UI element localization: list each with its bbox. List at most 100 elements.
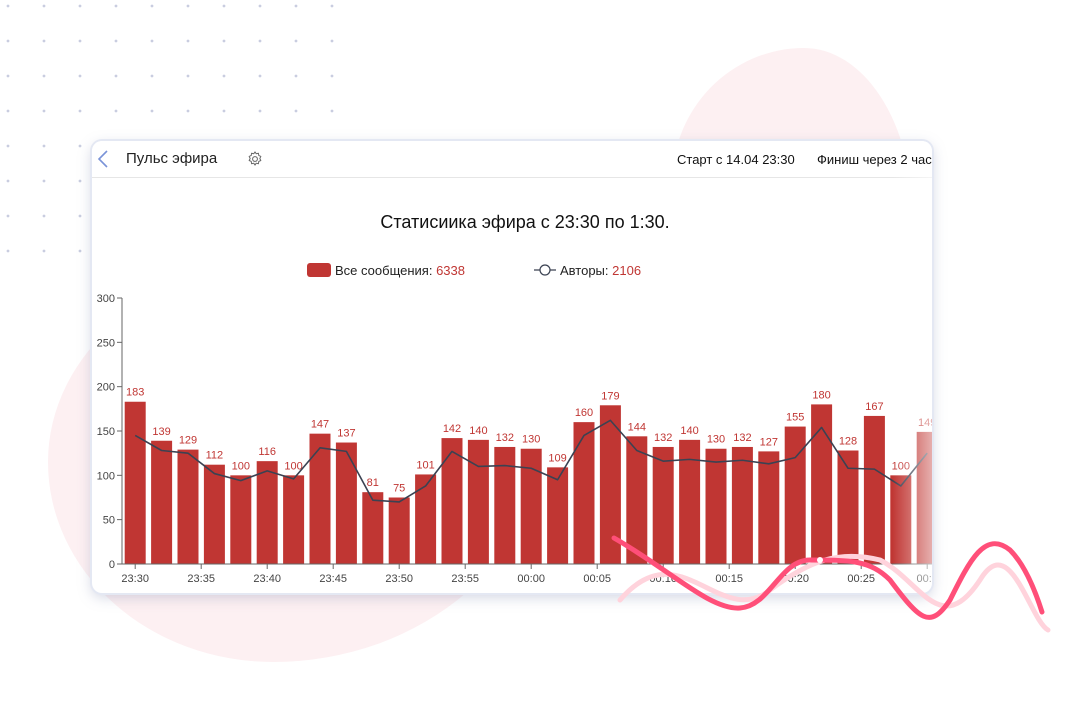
- grid-dot: [150, 109, 154, 113]
- grid-dot: [258, 4, 262, 8]
- x-tick-label: 23:55: [451, 573, 479, 585]
- grid-dot: [42, 214, 46, 218]
- grid-dot: [78, 249, 82, 253]
- bar-value-label: 100: [232, 460, 250, 472]
- grid-dot: [150, 39, 154, 43]
- bar-value-label: 140: [680, 425, 698, 437]
- grid-dot: [258, 39, 262, 43]
- bar: [573, 422, 595, 564]
- grid-dot: [42, 179, 46, 183]
- grid-dot: [42, 39, 46, 43]
- bar-value-label: 101: [416, 459, 434, 471]
- bar: [362, 492, 384, 564]
- bar: [256, 461, 278, 564]
- bar: [283, 475, 305, 564]
- y-tick-label: 100: [97, 470, 115, 482]
- grid-dot: [6, 109, 10, 113]
- bar-value-label: 183: [126, 387, 144, 399]
- bar-value-label: 160: [575, 407, 593, 419]
- bar: [388, 497, 410, 564]
- bar: [203, 464, 225, 564]
- grid-dot: [330, 4, 334, 8]
- bar-value-label: 100: [892, 460, 910, 472]
- grid-dot: [222, 4, 226, 8]
- grid-dot: [294, 39, 298, 43]
- grid-dot: [78, 4, 82, 8]
- x-tick-label: 23:30: [121, 573, 149, 585]
- x-tick-label: 23:35: [187, 573, 215, 585]
- bar-value-label: 116: [258, 446, 276, 458]
- grid-dot: [6, 39, 10, 43]
- bar-value-label: 147: [311, 419, 329, 431]
- grid-dot: [258, 74, 262, 78]
- bar-value-label: 132: [733, 432, 751, 444]
- grid-dot: [330, 39, 334, 43]
- grid-dot: [6, 74, 10, 78]
- grid-dot: [330, 74, 334, 78]
- bar-value-label: 132: [654, 432, 672, 444]
- bar-value-label: 127: [760, 436, 778, 448]
- grid-dot: [186, 39, 190, 43]
- bar: [415, 474, 437, 564]
- bar: [547, 467, 569, 564]
- bar: [441, 438, 463, 564]
- y-tick-label: 0: [109, 559, 115, 571]
- grid-dot: [78, 144, 82, 148]
- y-tick-label: 50: [103, 515, 115, 527]
- grid-dot: [258, 109, 262, 113]
- bar: [309, 433, 331, 564]
- bar-value-label: 132: [496, 432, 514, 444]
- bar-value-label: 128: [839, 436, 857, 448]
- grid-dot: [150, 74, 154, 78]
- wave-decoration: [611, 535, 1051, 633]
- grid-dot: [294, 74, 298, 78]
- bar-value-label: 167: [865, 401, 883, 413]
- grid-dot: [6, 179, 10, 183]
- grid-dot: [114, 109, 118, 113]
- x-tick-label: 23:45: [319, 573, 347, 585]
- bar-value-label: 129: [179, 435, 197, 447]
- grid-dot: [42, 74, 46, 78]
- bar-value-label: 112: [206, 450, 224, 462]
- bar-value-label: 179: [601, 390, 619, 402]
- bar: [124, 401, 146, 564]
- bar-value-label: 81: [367, 477, 379, 489]
- bar-value-label: 155: [786, 412, 804, 424]
- grid-dot: [78, 214, 82, 218]
- grid-dot: [222, 39, 226, 43]
- grid-dot: [6, 144, 10, 148]
- x-tick-label: 23:50: [385, 573, 413, 585]
- bar-value-label: 149: [918, 417, 932, 429]
- bar-value-label: 75: [393, 483, 405, 495]
- bar-value-label: 142: [443, 423, 461, 435]
- y-tick-label: 250: [97, 337, 115, 349]
- grid-dot: [78, 109, 82, 113]
- bar: [467, 439, 489, 564]
- grid-dot: [6, 4, 10, 8]
- bar-value-label: 139: [152, 426, 170, 438]
- bar: [230, 475, 252, 564]
- bar-value-label: 180: [812, 389, 830, 401]
- grid-dot: [78, 179, 82, 183]
- grid-dot: [78, 74, 82, 78]
- y-tick-label: 200: [97, 382, 115, 394]
- grid-dot: [294, 109, 298, 113]
- stage: Пульс эфира Старт с 14.04 23:30 Финиш че…: [0, 0, 1079, 703]
- bar-value-label: 130: [522, 434, 540, 446]
- bar-value-label: 130: [707, 434, 725, 446]
- x-tick-label: 00:00: [517, 573, 545, 585]
- grid-dot: [78, 39, 82, 43]
- grid-dot: [294, 4, 298, 8]
- grid-dot: [150, 4, 154, 8]
- grid-dot: [186, 74, 190, 78]
- x-tick-label: 23:40: [253, 573, 281, 585]
- bar-value-label: 109: [548, 452, 566, 464]
- grid-dot: [42, 4, 46, 8]
- bar-value-label: 144: [628, 421, 646, 433]
- bar-value-label: 137: [337, 428, 355, 440]
- grid-dot: [330, 109, 334, 113]
- y-tick-label: 150: [97, 426, 115, 438]
- grid-dot: [114, 39, 118, 43]
- wave-dot: [817, 557, 823, 563]
- grid-dot: [222, 74, 226, 78]
